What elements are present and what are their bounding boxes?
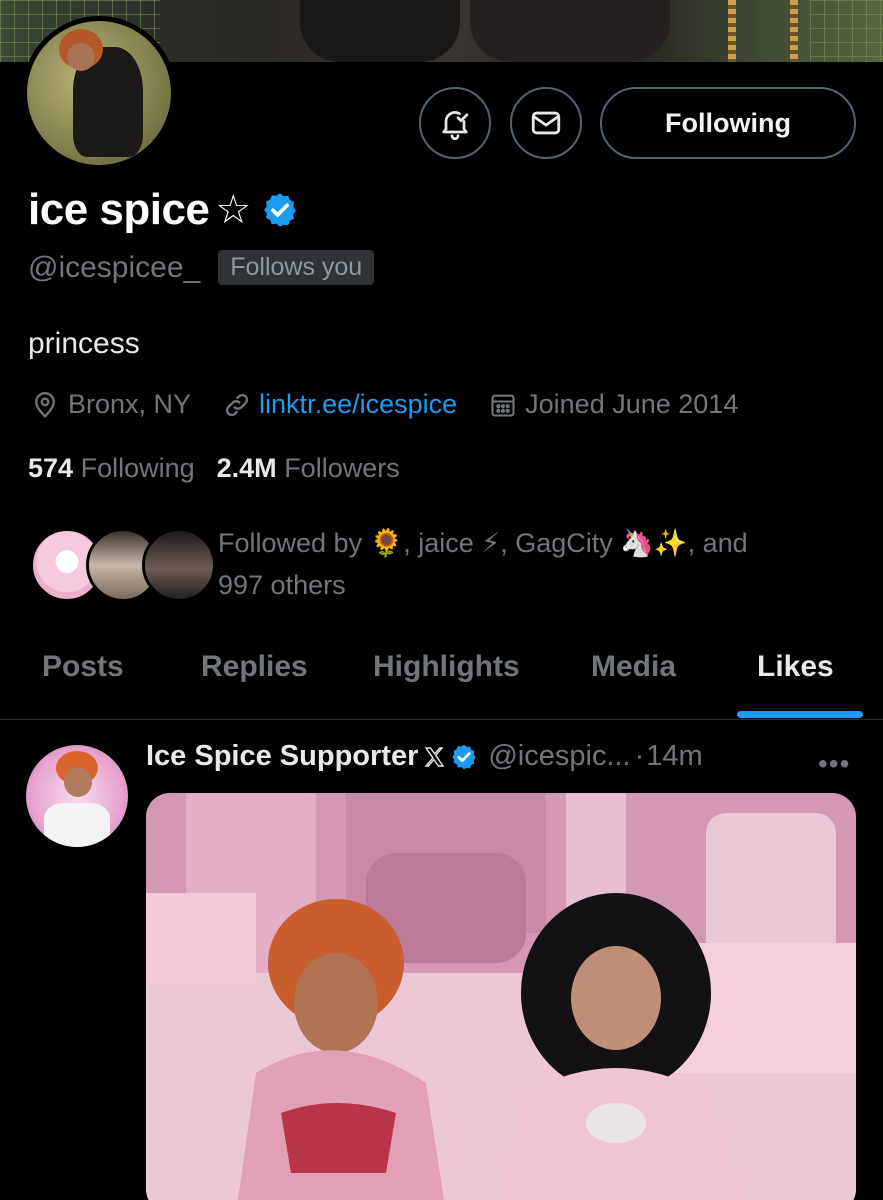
joined-text: Joined June 2014 (525, 389, 739, 419)
following-button[interactable]: Following (600, 87, 856, 159)
post-author-name[interactable]: Ice Spice Supporter (146, 740, 418, 773)
profile-meta: Bronx, NY linktr.ee/icespice Joined June… (30, 389, 770, 420)
tab-replies[interactable]: Replies (201, 650, 308, 684)
message-button[interactable] (510, 87, 582, 159)
x-logo-icon (424, 746, 445, 767)
envelope-icon (531, 111, 561, 135)
lightning-emoji: ⚡ (481, 528, 501, 558)
followed-by-text: Followed by 🌻, jaice ⚡, GagCity 🦄✨, and … (218, 522, 858, 606)
location: Bronx, NY (30, 389, 191, 420)
post-header: Ice Spice Supporter @icespic... · 14m (146, 740, 703, 773)
location-pin-icon (35, 391, 55, 418)
verified-badge-icon[interactable] (450, 743, 478, 771)
post-media-image[interactable] (146, 793, 856, 1200)
star-symbol: ☆ (215, 188, 251, 232)
post-avatar-body (44, 803, 110, 847)
followed-by-avatar-3 (142, 528, 216, 602)
verified-badge-icon[interactable] (261, 191, 299, 229)
follow-stats: 574 Following 2.4M Followers (28, 453, 400, 484)
profile-handle: @icespicee_ (28, 250, 201, 284)
handle-row: @icespicee_ Follows you (28, 250, 375, 285)
followed-by-others: 997 others (218, 570, 346, 600)
bell-check-icon (442, 111, 469, 141)
profile-tabs: Posts Replies Highlights Media Likes (0, 636, 883, 720)
followed-by-section[interactable]: Followed by 🌻, jaice ⚡, GagCity 🦄✨, and … (28, 518, 858, 608)
followers-stat[interactable]: 2.4M Followers (217, 453, 400, 484)
profile-link[interactable]: linktr.ee/icespice (223, 389, 457, 420)
avatar-image (27, 21, 171, 165)
notifications-button[interactable] (419, 87, 491, 159)
sunflower-emoji: 🌻 (369, 528, 404, 558)
following-stat[interactable]: 574 Following (28, 453, 195, 484)
followed-by-suffix: , and (687, 528, 748, 558)
followers-count: 2.4M (216, 453, 277, 483)
following-label: Following (80, 453, 195, 483)
followed-by-prefix: Followed by (218, 528, 363, 558)
profile-avatar[interactable] (22, 16, 176, 170)
banner-figure-left (300, 0, 460, 62)
follows-you-badge: Follows you (218, 250, 375, 285)
tab-posts[interactable]: Posts (42, 650, 124, 684)
media-scene (146, 793, 856, 1200)
followed-by-name-2: , jaice (403, 528, 474, 558)
post-time[interactable]: 14m (646, 740, 702, 773)
followers-label: Followers (284, 453, 400, 483)
banner-tile-right (810, 0, 883, 62)
post-separator: · (634, 740, 645, 772)
profile-bio: princess (28, 327, 140, 360)
banner-chain-left (728, 0, 736, 62)
link-text[interactable]: linktr.ee/icespice (259, 389, 457, 420)
post-author-handle[interactable]: @icespic... (488, 740, 630, 773)
calendar-icon (491, 394, 515, 417)
location-text: Bronx, NY (68, 389, 192, 419)
post-avatar-face (64, 767, 92, 797)
profile-name-row: ice spice ☆ (28, 185, 299, 235)
followed-by-name-3: , GagCity (500, 528, 613, 558)
active-tab-indicator (737, 711, 863, 718)
tab-highlights[interactable]: Highlights (373, 650, 520, 684)
banner-chain-right (790, 0, 798, 62)
banner-figure-right (470, 0, 670, 62)
following-count: 574 (28, 453, 74, 483)
unicorn-sparkles-emoji: 🦄✨ (620, 528, 688, 558)
display-name: ice spice (28, 185, 210, 234)
avatar-face (67, 43, 95, 71)
joined-date: Joined June 2014 (489, 389, 738, 420)
tab-likes[interactable]: Likes (757, 650, 834, 684)
more-icon[interactable]: ••• (818, 748, 850, 780)
post-author-avatar[interactable] (26, 745, 128, 847)
tab-media[interactable]: Media (591, 650, 676, 684)
link-icon (226, 393, 249, 416)
